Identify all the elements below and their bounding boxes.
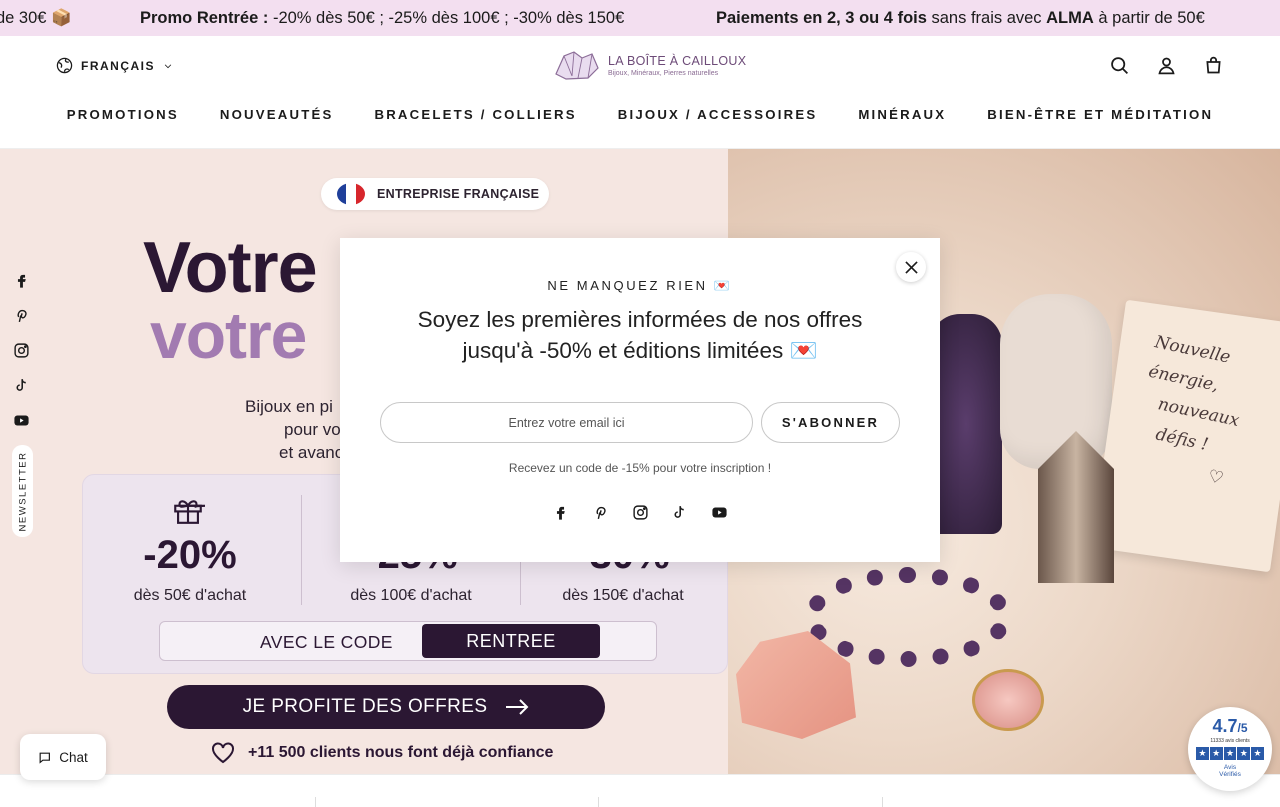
pay-label: Paiements en 2, 3 ou 4 fois bbox=[716, 9, 927, 27]
facebook-icon[interactable] bbox=[13, 272, 30, 289]
promo-label: Promo Rentrée : bbox=[140, 9, 269, 27]
modal-headline: Soyez les premières informées de nos off… bbox=[390, 304, 890, 366]
nav-mineraux[interactable]: MINÉRAUX bbox=[858, 107, 946, 122]
hero-cta-label: JE PROFITE DES OFFRES bbox=[242, 696, 488, 717]
chevron-down-icon bbox=[164, 63, 172, 68]
site-logo[interactable]: LA BOÎTE À CAILLOUX Bijoux, Minéraux, Pi… bbox=[552, 48, 746, 82]
rating-value: 4.7 bbox=[1212, 716, 1238, 736]
newsletter-tab-label: NEWSLETTER bbox=[17, 451, 28, 531]
rating-out-of: /5 bbox=[1237, 721, 1248, 735]
tiktok-icon[interactable] bbox=[13, 377, 30, 394]
offer-1-condition: dès 50€ d'achat bbox=[133, 587, 247, 604]
pay-brand: ALMA bbox=[1046, 9, 1094, 27]
crystal-logo-icon bbox=[555, 51, 599, 80]
hero-cta-button[interactable]: JE PROFITE DES OFFRES bbox=[167, 685, 605, 729]
rating-brand-line-2: Vérifiés bbox=[1219, 771, 1241, 778]
heart-icon bbox=[212, 742, 234, 764]
language-label: FRANÇAIS bbox=[81, 58, 155, 73]
trust-line: +11 500 clients nous font déjà confiance bbox=[210, 742, 553, 764]
subscribe-button[interactable]: S'ABONNER bbox=[761, 402, 900, 443]
reassurance-strip bbox=[0, 774, 1280, 807]
tiktok-icon[interactable] bbox=[671, 504, 688, 521]
offer-1: -20% dès 50€ d'achat bbox=[90, 533, 290, 605]
announcement-promo: Promo Rentrée : -20% dès 50€ ; -25% dès … bbox=[140, 9, 624, 28]
rating-count: 11333 avis clients bbox=[1210, 738, 1250, 744]
amethyst-cluster bbox=[930, 314, 1002, 534]
promo-code-label: AVEC LE CODE bbox=[260, 632, 393, 652]
rating-stars: ★ ★ ★ ★ ★ bbox=[1196, 747, 1264, 760]
chat-bubble-icon bbox=[39, 752, 51, 764]
modal-social-links bbox=[550, 504, 730, 521]
instagram-icon[interactable] bbox=[632, 504, 649, 521]
pay-text: sans frais avec bbox=[926, 9, 1047, 27]
badge-label: ENTREPRISE FRANÇAISE bbox=[377, 187, 540, 201]
french-flag-icon bbox=[337, 183, 365, 205]
pay-text-end: à partir de 50€ bbox=[1093, 9, 1205, 27]
offer-1-percent: -20% bbox=[143, 533, 237, 577]
cart-icon[interactable] bbox=[1203, 55, 1224, 76]
main-nav: PROMOTIONS NOUVEAUTÉS BRACELETS / COLLIE… bbox=[0, 107, 1280, 122]
announcement-fragment: de 30€ 📦 bbox=[0, 9, 72, 27]
globe-icon bbox=[56, 57, 73, 74]
promo-text: -20% dès 50€ ; -25% dès 100€ ; -30% dès … bbox=[268, 9, 625, 27]
chat-label: Chat bbox=[59, 749, 88, 765]
email-field[interactable] bbox=[380, 402, 753, 443]
account-icon[interactable] bbox=[1156, 55, 1177, 76]
announcement-bar: de 30€ 📦 Promo Rentrée : -20% dès 50€ ; … bbox=[0, 0, 1280, 36]
nav-nouveautes[interactable]: NOUVEAUTÉS bbox=[220, 107, 334, 122]
offer-3-condition: dès 150€ d'achat bbox=[562, 587, 684, 604]
rating-widget[interactable]: 4.7/5 11333 avis clients ★ ★ ★ ★ ★ Avis Vérif… bbox=[1188, 707, 1272, 791]
announcement-payment: Paiements en 2, 3 ou 4 fois sans frais a… bbox=[716, 9, 1205, 28]
newsletter-modal: NE MANQUEZ RIEN 💌 Soyez les premières in… bbox=[340, 238, 940, 562]
promo-code-box: AVEC LE CODE RENTREE bbox=[159, 621, 657, 661]
offer-2-condition: dès 100€ d'achat bbox=[350, 587, 472, 604]
strip-divider bbox=[598, 797, 599, 807]
message-card: Nouvelle énergie, nouveaux défis ! ♡ bbox=[1091, 299, 1280, 573]
offer-divider bbox=[301, 495, 302, 605]
modal-eyebrow: NE MANQUEZ RIEN 💌 bbox=[547, 278, 733, 293]
site-header: FRANÇAIS LA BOÎTE À CAILLOUX Bijoux, Min… bbox=[0, 36, 1280, 149]
rating-score: 4.7/5 bbox=[1188, 716, 1272, 737]
nav-promotions[interactable]: PROMOTIONS bbox=[67, 107, 179, 122]
pendant-necklace bbox=[972, 669, 1044, 731]
hero-title-line-2: votre bbox=[150, 298, 307, 372]
nav-bracelets-colliers[interactable]: BRACELETS / COLLIERS bbox=[374, 107, 576, 122]
vase-decor bbox=[1000, 294, 1112, 469]
arrow-right-icon bbox=[506, 699, 529, 715]
language-selector[interactable]: FRANÇAIS bbox=[56, 57, 173, 74]
search-icon[interactable] bbox=[1109, 55, 1130, 76]
strip-divider bbox=[315, 797, 316, 807]
modal-headline-line-1: Soyez les premières informées de nos off… bbox=[417, 307, 863, 332]
social-sidebar bbox=[13, 272, 30, 429]
logo-title: LA BOÎTE À CAILLOUX bbox=[608, 53, 747, 68]
newsletter-tab[interactable]: NEWSLETTER bbox=[12, 445, 33, 537]
nav-bijoux-accessoires[interactable]: BIJOUX / ACCESSOIRES bbox=[618, 107, 818, 122]
youtube-icon[interactable] bbox=[13, 412, 30, 429]
nav-bien-etre-meditation[interactable]: BIEN-ÊTRE ET MÉDITATION bbox=[987, 107, 1213, 122]
french-company-badge: ENTREPRISE FRANÇAISE bbox=[321, 178, 549, 210]
modal-note: Recevez un code de -15% pour votre inscr… bbox=[508, 461, 772, 475]
rating-brand-line-1: Avis bbox=[1223, 764, 1237, 771]
trust-text: +11 500 clients nous font déjà confiance bbox=[248, 744, 554, 761]
youtube-icon[interactable] bbox=[711, 504, 728, 521]
instagram-icon[interactable] bbox=[13, 342, 30, 359]
modal-headline-line-2: jusqu'à -50% et éditions limitées 💌 bbox=[462, 338, 818, 363]
pinterest-icon[interactable] bbox=[592, 504, 609, 521]
pinterest-icon[interactable] bbox=[13, 307, 30, 324]
promo-code-value: RENTREE bbox=[422, 624, 600, 658]
facebook-icon[interactable] bbox=[552, 504, 569, 521]
header-actions bbox=[1109, 55, 1224, 76]
logo-tagline: Bijoux, Minéraux, Pierres naturelles bbox=[608, 69, 719, 77]
gift-icon bbox=[174, 500, 205, 524]
strip-divider bbox=[882, 797, 883, 807]
close-icon bbox=[904, 260, 918, 274]
chat-button[interactable]: Chat bbox=[20, 734, 106, 780]
rating-brand: Avis Vérifiés bbox=[1188, 764, 1272, 778]
